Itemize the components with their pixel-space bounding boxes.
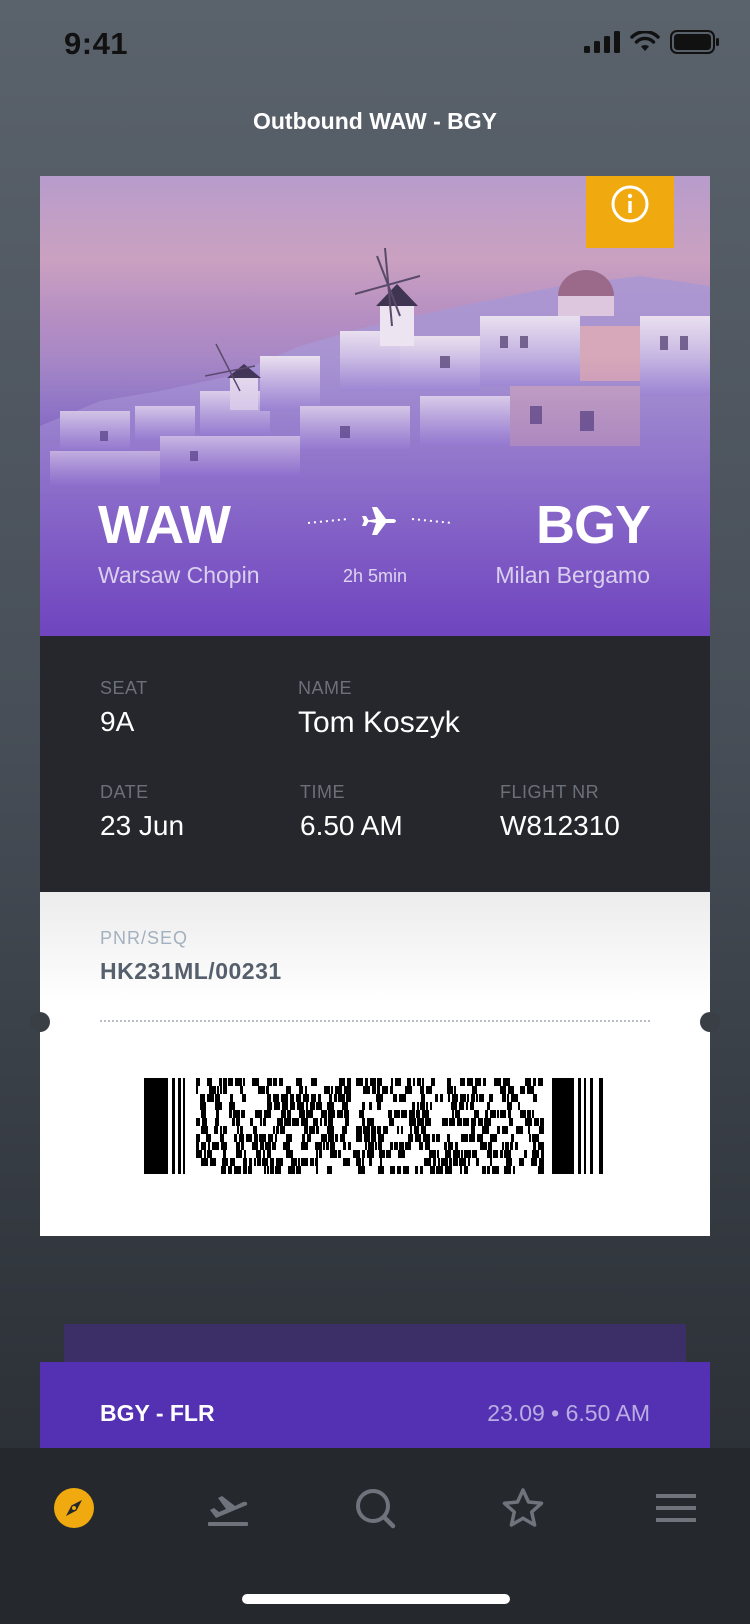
- wifi-icon: [630, 31, 660, 51]
- info-icon: [611, 185, 649, 223]
- flight-number-label: FLIGHT NR: [500, 782, 600, 802]
- next-flight-card[interactable]: BGY - FLR 23.09 • 6.50 AM: [40, 1362, 710, 1462]
- status-time: 9:41: [64, 26, 129, 61]
- pnr-value: HK231ML/00231: [100, 958, 282, 984]
- date-label: DATE: [100, 782, 149, 802]
- explore-icon: [54, 1488, 94, 1528]
- perforation-notch-right: [700, 1012, 720, 1032]
- barcode: [144, 1078, 603, 1174]
- seat-label: SEAT: [100, 678, 148, 698]
- boarding-pass-card[interactable]: WAW Warsaw Chopin BGY Milan Bergamo 2h 5…: [30, 176, 720, 1236]
- origin-code: WAW: [98, 495, 231, 555]
- departures-icon: [208, 1496, 248, 1526]
- next-flight-datetime: 23.09 • 6.50 AM: [487, 1400, 650, 1426]
- battery-icon: [670, 30, 719, 54]
- next-flight-route: BGY - FLR: [100, 1400, 215, 1426]
- search-icon: [356, 1489, 396, 1529]
- status-icons: [584, 30, 720, 54]
- favorites-icon: [502, 1488, 544, 1527]
- tab-favorites[interactable]: [493, 1478, 553, 1538]
- flight-number-value: W812310: [500, 810, 620, 841]
- tab-explore[interactable]: [44, 1478, 104, 1538]
- menu-icon: [656, 1494, 696, 1522]
- flight-duration: 2h 5min: [342, 566, 408, 586]
- tab-menu[interactable]: [646, 1478, 706, 1538]
- time-label: TIME: [300, 782, 345, 802]
- tab-search[interactable]: [345, 1478, 405, 1538]
- page-title: Outbound WAW - BGY: [252, 108, 497, 134]
- name-value: Tom Koszyk: [298, 706, 460, 739]
- name-label: NAME: [298, 678, 353, 698]
- date-value: 23 Jun: [100, 810, 185, 841]
- home-indicator: [242, 1594, 510, 1604]
- perforation-notch-left: [30, 1012, 50, 1032]
- seat-value: 9A: [100, 706, 135, 737]
- flight-path: [308, 507, 452, 535]
- signal-icon: [584, 31, 620, 53]
- destination-hero: WAW Warsaw Chopin BGY Milan Bergamo 2h 5…: [40, 176, 710, 636]
- status-bar: 9:41: [0, 0, 750, 88]
- flight-details: SEAT 9A NAME Tom Koszyk DATE 23 Jun TIME…: [40, 636, 710, 892]
- airplane-icon: [362, 507, 396, 535]
- info-button[interactable]: [586, 176, 674, 248]
- destination-code: BGY: [535, 495, 651, 555]
- boarding-barcode-section: PNR/SEQ HK231ML/00231: [30, 892, 720, 1236]
- time-value: 6.50 AM: [300, 810, 403, 841]
- pnr-label: PNR/SEQ: [100, 928, 189, 948]
- tab-departures[interactable]: [198, 1478, 258, 1538]
- perforation-line: [100, 1020, 650, 1022]
